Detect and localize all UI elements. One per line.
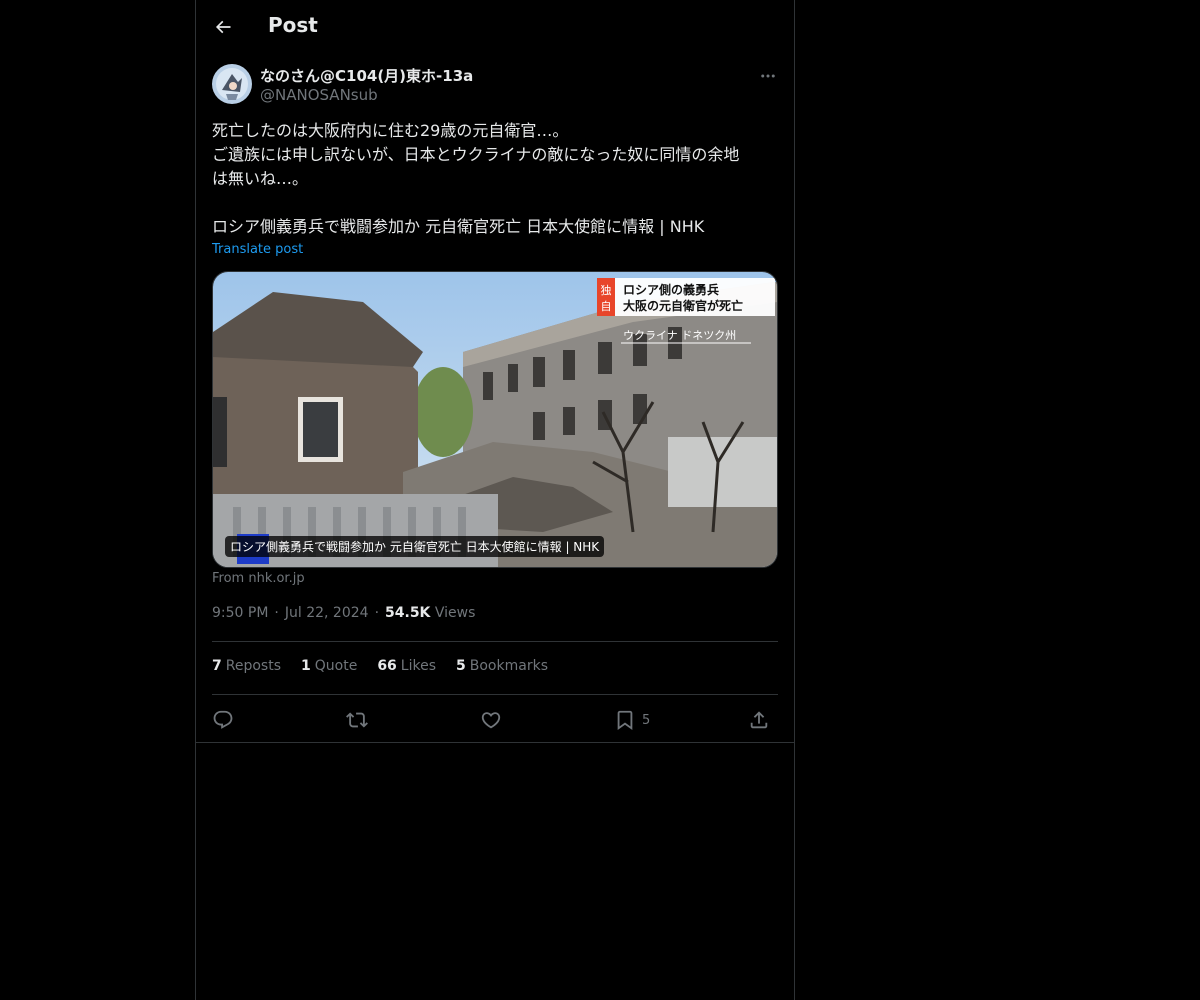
image-headline-1: ロシア側の義勇兵	[623, 282, 719, 297]
stat-bookmarks[interactable]: 5 Bookmarks	[456, 658, 548, 674]
more-icon	[761, 74, 775, 78]
post-column: Post なのさん@C104(月)東ホ-13a @NANOSANsub 死亡した…	[195, 0, 795, 1000]
avatar[interactable]	[212, 64, 252, 104]
post-text-line: は無いね…。	[212, 169, 309, 188]
post-time[interactable]: 9:50 PM	[212, 605, 268, 621]
post-date[interactable]: Jul 22, 2024	[285, 605, 369, 621]
repost-icon	[346, 712, 368, 728]
divider	[196, 742, 794, 743]
back-button[interactable]	[206, 10, 240, 44]
stat-reposts[interactable]: 7 Reposts	[212, 658, 281, 674]
card-caption: ロシア側義勇兵で戦闘参加か 元自衛官死亡 日本大使館に情報 | NHK	[225, 536, 605, 557]
views-count: 54.5K	[385, 605, 431, 621]
page-title: Post	[268, 13, 318, 37]
divider	[212, 694, 778, 695]
like-button[interactable]	[480, 704, 502, 736]
post-text-line: 死亡したのは大阪府内に住む29歳の元自衛官…。	[212, 121, 569, 140]
post-text-line: ロシア側義勇兵で戦闘参加か 元自衛官死亡 日本大使館に情報 | NHK	[212, 217, 705, 236]
divider	[212, 641, 778, 642]
bookmark-button[interactable]: 5	[614, 704, 650, 736]
reply-button[interactable]	[212, 704, 234, 736]
views-label: Views	[434, 605, 476, 621]
post-meta: 9:50 PM · Jul 22, 2024 · 54.5K Views	[212, 605, 476, 621]
image-location: ウクライナ ドネツク州	[623, 329, 736, 342]
post-text: 死亡したのは大阪府内に住む29歳の元自衛官…。 ご遺族には申し訳ないが、日本とウ…	[212, 119, 778, 239]
engagement-stats: 7 Reposts 1 Quote 66 Likes 5 Bookmarks	[212, 658, 548, 674]
image-headline-2: 大阪の元自衛官が死亡	[623, 298, 743, 313]
image-badge-2: 自	[601, 300, 612, 313]
bookmark-count: 5	[642, 712, 651, 728]
card-image: 独 自 ロシア側の義勇兵 大阪の元自衛官が死亡 ウクライナ ドネツク州	[213, 272, 777, 567]
action-bar: 5	[212, 704, 778, 736]
top-bar: Post	[196, 0, 794, 53]
repost-button[interactable]	[346, 704, 368, 736]
more-button[interactable]	[756, 64, 780, 88]
author-name[interactable]: なのさん@C104(月)東ホ-13a	[260, 65, 473, 86]
bookmark-icon	[617, 710, 633, 731]
stat-quotes[interactable]: 1 Quote	[301, 658, 357, 674]
translate-post-link[interactable]: Translate post	[212, 242, 303, 257]
stat-likes[interactable]: 66 Likes	[377, 658, 436, 674]
image-badge-1: 独	[601, 284, 612, 297]
reply-icon	[213, 710, 233, 729]
share-icon	[750, 711, 768, 729]
post-text-line: ご遺族には申し訳ないが、日本とウクライナの敵になった奴に同情の余地	[212, 145, 740, 164]
like-icon	[481, 712, 501, 729]
link-card[interactable]: 独 自 ロシア側の義勇兵 大阪の元自衛官が死亡 ウクライナ ドネツク州 ロシア側…	[212, 271, 778, 568]
author-handle[interactable]: @NANOSANsub	[260, 86, 378, 104]
share-button[interactable]	[748, 704, 770, 736]
back-arrow-icon	[215, 20, 231, 34]
card-source[interactable]: From nhk.or.jp	[212, 571, 305, 586]
